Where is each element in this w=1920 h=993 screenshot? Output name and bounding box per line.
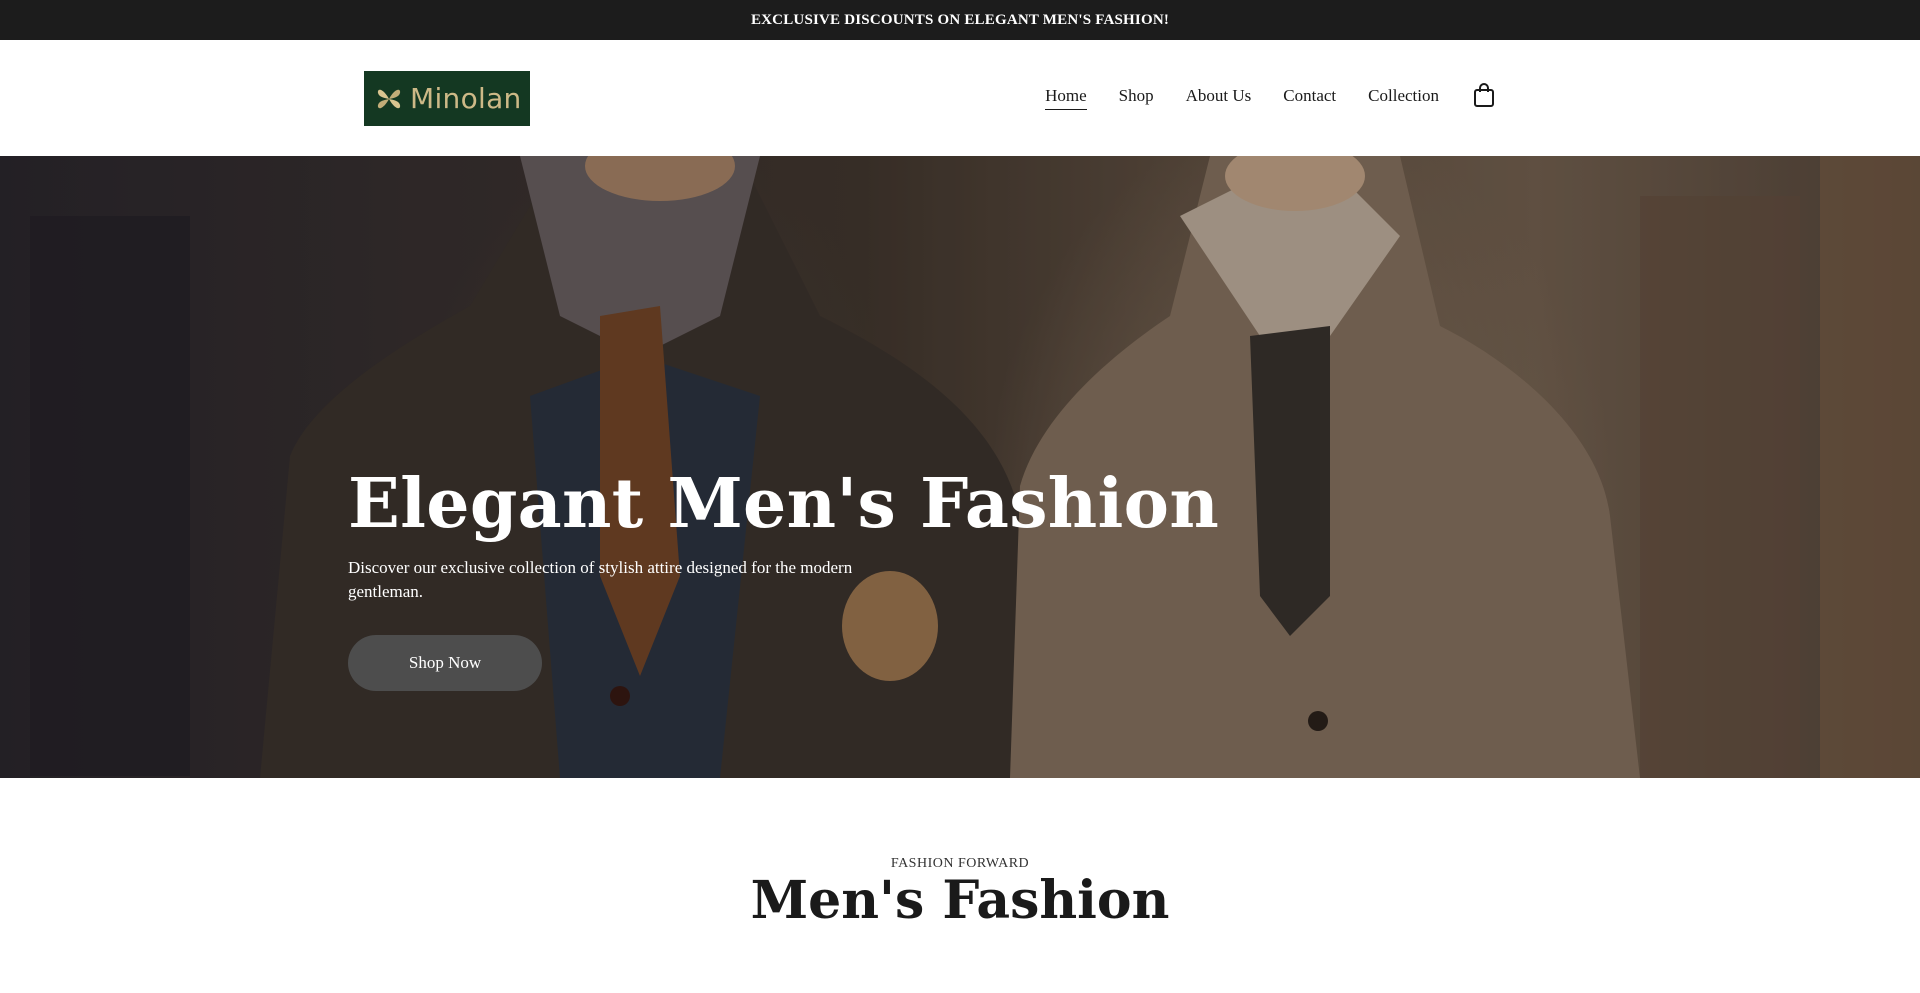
nav-home[interactable]: Home bbox=[1045, 86, 1087, 110]
nav-about-us[interactable]: About Us bbox=[1186, 86, 1252, 110]
announcement-bar: EXCLUSIVE DISCOUNTS ON ELEGANT MEN'S FAS… bbox=[0, 0, 1920, 40]
hero-subtitle: Discover our exclusive collection of sty… bbox=[348, 558, 853, 601]
brand-name: Minolan bbox=[410, 82, 522, 115]
nav-collection[interactable]: Collection bbox=[1368, 86, 1439, 110]
announcement-text: EXCLUSIVE DISCOUNTS ON ELEGANT MEN'S FAS… bbox=[750, 11, 1170, 28]
brand-logo[interactable]: Minolan bbox=[364, 71, 530, 126]
hero-title: Elegant Men's Fashion bbox=[348, 464, 1220, 544]
mens-fashion-section: FASHION FORWARD Men's Fashion bbox=[0, 778, 1920, 993]
main-nav: Home Shop About Us Contact Collection bbox=[1045, 40, 1495, 156]
shop-now-button[interactable]: Shop Now bbox=[348, 635, 542, 691]
nav-shop[interactable]: Shop bbox=[1119, 86, 1154, 110]
nav-contact[interactable]: Contact bbox=[1283, 86, 1336, 110]
shopping-bag-icon[interactable] bbox=[1473, 82, 1495, 108]
section-title: Men's Fashion bbox=[750, 870, 1170, 931]
site-header: Minolan Home Shop About Us Contact Colle… bbox=[0, 40, 1920, 156]
logo-mark-icon bbox=[377, 89, 401, 108]
hero-banner: Elegant Men's Fashion Discover our exclu… bbox=[0, 156, 1920, 778]
